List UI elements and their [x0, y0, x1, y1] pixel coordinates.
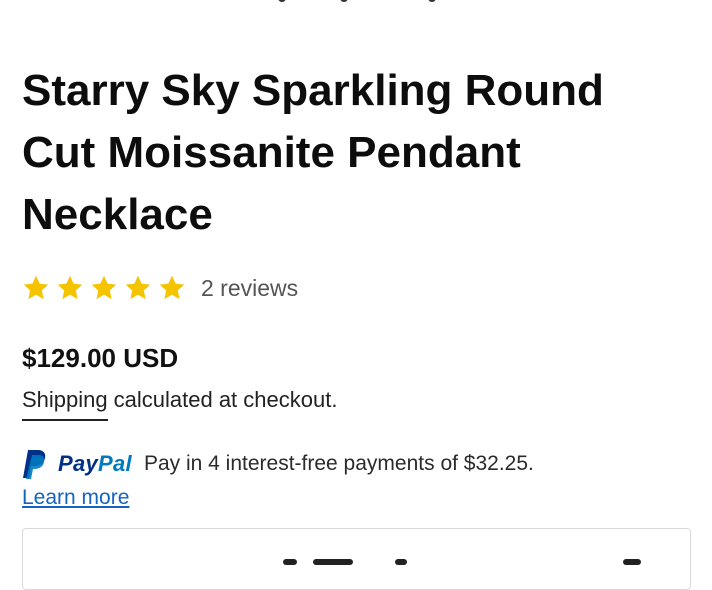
cropped-glyph	[428, 0, 436, 2]
cropped-option-box[interactable]	[22, 528, 691, 590]
star-icon	[23, 275, 49, 300]
shipping-text: calculated at checkout.	[113, 387, 338, 412]
paypal-message: Pay in 4 interest-free payments of $32.2…	[143, 452, 534, 475]
paypal-wordmark: PayPal	[58, 451, 132, 477]
cropped-glyph	[395, 559, 407, 565]
product-price: $129.00 USD	[22, 343, 179, 373]
cropped-glyph	[623, 559, 641, 565]
cropped-header-fragment	[240, 0, 460, 4]
star-rating	[22, 274, 186, 302]
paypal-icon	[23, 450, 46, 479]
paypal-wordmark-pay: Pay	[58, 451, 99, 476]
product-rating[interactable]: 2 reviews	[22, 272, 298, 304]
cropped-glyph	[278, 0, 286, 2]
product-title: Starry Sky Sparkling Round Cut Moissanit…	[22, 66, 604, 239]
shipping-note: Shipping calculated at checkout.	[22, 387, 337, 421]
learn-more-link[interactable]: Learn more	[22, 486, 129, 510]
star-icon	[57, 275, 83, 300]
reviews-count-link[interactable]: 2 reviews	[201, 275, 298, 302]
star-icon	[159, 275, 185, 300]
cropped-glyph	[283, 559, 297, 565]
star-icon	[91, 275, 117, 300]
paypal-logo: PayPal	[22, 448, 132, 480]
cropped-glyph	[313, 559, 353, 565]
shipping-link[interactable]: Shipping	[22, 387, 108, 421]
paypal-installments: PayPal Pay in 4 interest-free payments o…	[22, 448, 534, 480]
star-icon	[125, 275, 151, 300]
paypal-wordmark-pal: Pal	[98, 451, 132, 476]
cropped-glyph	[340, 0, 348, 2]
